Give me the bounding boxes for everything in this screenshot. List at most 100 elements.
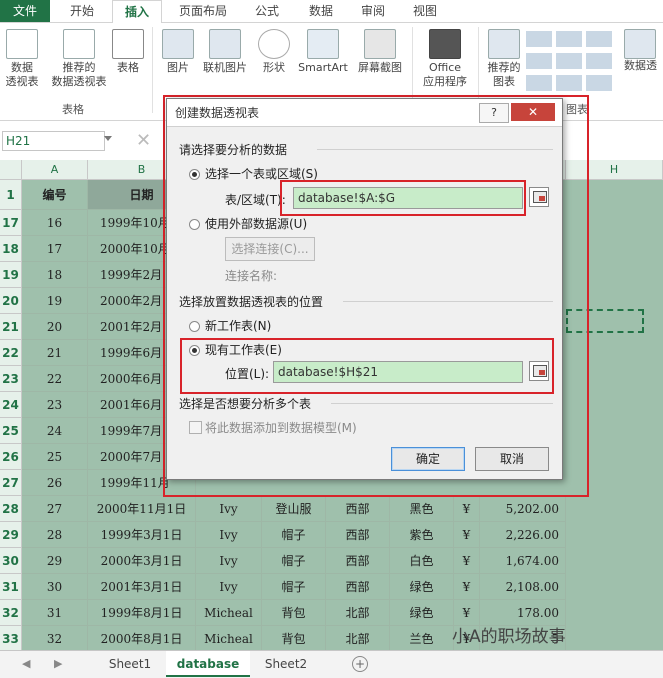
row-header[interactable]: 33	[0, 626, 22, 652]
table-cell-person[interactable]: Ivy	[196, 548, 262, 574]
tab-home[interactable]: 开始	[58, 0, 106, 22]
column-chart-icon[interactable]	[526, 31, 552, 47]
table-cell-date[interactable]: 2000年8月1日	[88, 626, 196, 652]
table-cell-id[interactable]: 29	[22, 548, 88, 574]
sheet-tab-sheet1[interactable]: Sheet1	[98, 651, 162, 677]
table-cell-id[interactable]: 16	[22, 210, 88, 236]
chart-types-gallery[interactable]	[526, 31, 618, 99]
statistic-chart-icon[interactable]	[556, 53, 582, 69]
combo-chart-icon[interactable]	[586, 53, 612, 69]
table-cell-currency[interactable]: ¥	[454, 522, 480, 548]
row-header[interactable]: 22	[0, 340, 22, 366]
tab-insert[interactable]: 插入	[112, 0, 162, 23]
table-cell-person[interactable]: Ivy	[196, 496, 262, 522]
table-cell-color[interactable]: 兰色	[390, 626, 454, 652]
table-cell-amount[interactable]: 2,108.00	[480, 574, 566, 600]
sheet-tab-sheet2[interactable]: Sheet2	[254, 651, 318, 677]
pivot-table-button[interactable]: 数据 透视表	[2, 29, 42, 89]
table-cell-region[interactable]: 西部	[326, 548, 390, 574]
tab-data[interactable]: 数据	[298, 0, 344, 22]
radar-chart-icon[interactable]	[586, 31, 612, 47]
table-cell-product[interactable]: 登山服	[262, 496, 326, 522]
table-cell-id[interactable]: 32	[22, 626, 88, 652]
table-cell-id[interactable]: 26	[22, 470, 88, 496]
row-header[interactable]: 25	[0, 418, 22, 444]
row-header[interactable]: 23	[0, 366, 22, 392]
row-header[interactable]: 19	[0, 262, 22, 288]
table-cell-product[interactable]: 帽子	[262, 574, 326, 600]
table-cell-region[interactable]: 西部	[326, 522, 390, 548]
table-cell-region[interactable]: 北部	[326, 600, 390, 626]
table-cell-id[interactable]: 22	[22, 366, 88, 392]
help-button[interactable]: ?	[479, 103, 509, 123]
row-header[interactable]: 32	[0, 600, 22, 626]
table-cell-person[interactable]: Ivy	[196, 522, 262, 548]
table-cell-id[interactable]: 19	[22, 288, 88, 314]
radio-new-sheet-label[interactable]: 新工作表(N)	[205, 317, 271, 334]
cancel-formula-icon[interactable]: ✕	[136, 131, 160, 151]
tab-formulas[interactable]: 公式	[244, 0, 290, 22]
screenshot-button[interactable]: 屏幕截图	[352, 29, 408, 75]
row-header[interactable]: 18	[0, 236, 22, 262]
smartart-button[interactable]: SmartArt	[294, 29, 352, 75]
shapes-button[interactable]: 形状	[256, 29, 292, 75]
bar-chart-icon[interactable]	[556, 75, 582, 91]
row-header[interactable]: 20	[0, 288, 22, 314]
cancel-button[interactable]: 取消	[475, 447, 549, 471]
row-header[interactable]: 31	[0, 574, 22, 600]
tab-page-layout[interactable]: 页面布局	[168, 0, 238, 22]
tab-review[interactable]: 审阅	[350, 0, 396, 22]
row-header[interactable]: 29	[0, 522, 22, 548]
office-apps-button[interactable]: Office 应用程序	[418, 29, 472, 89]
table-cell-date[interactable]: 2000年11月1日	[88, 496, 196, 522]
table-cell-id[interactable]: 17	[22, 236, 88, 262]
table-cell-id[interactable]: 20	[22, 314, 88, 340]
table-cell-date[interactable]: 2000年3月1日	[88, 548, 196, 574]
select-all-corner[interactable]	[0, 160, 22, 180]
table-cell-product[interactable]: 帽子	[262, 548, 326, 574]
recommended-charts-button[interactable]: 推荐的 图表	[484, 29, 524, 89]
table-button[interactable]: 表格	[112, 29, 144, 75]
table-cell-id[interactable]: 18	[22, 262, 88, 288]
table-cell-currency[interactable]: ¥	[454, 574, 480, 600]
table-cell-date[interactable]: 1999年3月1日	[88, 522, 196, 548]
row-header[interactable]: 27	[0, 470, 22, 496]
tab-view[interactable]: 视图	[402, 0, 448, 22]
table-cell-amount[interactable]: 2,226.00	[480, 522, 566, 548]
chevron-down-icon[interactable]	[104, 136, 112, 141]
row-header[interactable]: 30	[0, 548, 22, 574]
table-cell-id[interactable]: 24	[22, 418, 88, 444]
range-picker-icon[interactable]	[529, 187, 549, 207]
table-cell-date[interactable]: 2001年3月1日	[88, 574, 196, 600]
online-pictures-button[interactable]: 联机图片	[198, 29, 252, 75]
table-cell-product[interactable]: 背包	[262, 600, 326, 626]
column-header-a[interactable]: A	[22, 160, 88, 180]
sheet-tab-database[interactable]: database	[166, 651, 250, 677]
table-cell-id[interactable]: 27	[22, 496, 88, 522]
table-cell-region[interactable]: 西部	[326, 496, 390, 522]
table-cell-id[interactable]: 31	[22, 600, 88, 626]
table-cell-color[interactable]: 紫色	[390, 522, 454, 548]
row-header[interactable]: 21	[0, 314, 22, 340]
table-cell-amount[interactable]: 5,202.00	[480, 496, 566, 522]
table-cell-region[interactable]: 北部	[326, 626, 390, 652]
recommended-pivot-button[interactable]: 推荐的 数据透视表	[50, 29, 108, 89]
table-cell-region[interactable]: 西部	[326, 574, 390, 600]
table-cell-id[interactable]: 28	[22, 522, 88, 548]
name-box[interactable]: H21	[2, 131, 105, 151]
table-cell-id[interactable]: 25	[22, 444, 88, 470]
table-cell-color[interactable]: 黑色	[390, 496, 454, 522]
table-cell-person[interactable]: Micheal	[196, 600, 262, 626]
header-cell-id[interactable]: 编号	[22, 180, 88, 210]
hierarchy-chart-icon[interactable]	[556, 31, 582, 47]
scatter-chart-icon[interactable]	[586, 75, 612, 91]
radio-external-source-label[interactable]: 使用外部数据源(U)	[205, 215, 307, 232]
table-cell-date[interactable]: 1999年8月1日	[88, 600, 196, 626]
table-cell-amount[interactable]: 1,674.00	[480, 548, 566, 574]
choose-connection-button[interactable]: 选择连接(C)...	[225, 237, 315, 261]
ok-button[interactable]: 确定	[391, 447, 465, 471]
row-header[interactable]: 26	[0, 444, 22, 470]
table-cell-person[interactable]: Ivy	[196, 574, 262, 600]
pivot-chart-button[interactable]: 数据透	[624, 29, 663, 73]
scroll-right-icon[interactable]: ▶	[54, 657, 62, 670]
